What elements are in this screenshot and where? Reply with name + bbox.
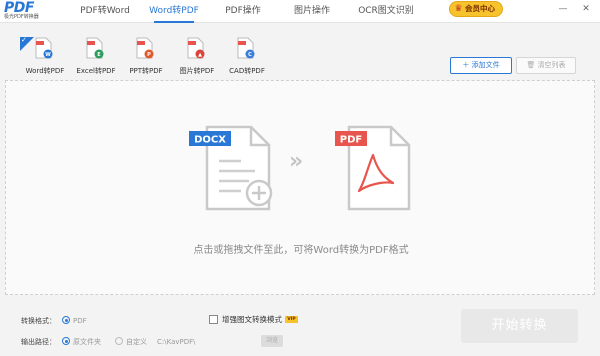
plus-icon: ＋	[462, 61, 470, 69]
top-bar: PDF 极光PDF转换器 PDF转Word Word转PDF PDF操作 图片操…	[0, 0, 600, 23]
format-cad-to-pdf[interactable]: C CAD转PDF	[222, 35, 272, 81]
format-word-to-pdf[interactable]: W Word转PDF	[20, 35, 70, 81]
vip-center-label: 会员中心	[465, 4, 495, 13]
format-setting-label: 转换格式：	[21, 317, 56, 325]
word-to-pdf-icon: W	[35, 37, 53, 59]
svg-text:C: C	[248, 52, 252, 58]
convert-arrow-icon: »	[289, 149, 304, 174]
svg-text:E: E	[97, 52, 101, 58]
output-path-label: 输出路径：	[21, 338, 56, 346]
svg-text:▲: ▲	[198, 52, 202, 58]
tab-image-operations[interactable]: 图片操作	[283, 0, 341, 23]
enhance-mode-label: 增强图文转换模式	[222, 315, 282, 324]
clear-list-button[interactable]: 🗑 清空列表	[516, 57, 576, 74]
crown-icon: ♛	[454, 4, 463, 14]
enhance-mode-checkbox[interactable]	[209, 315, 218, 324]
output-custom-radio[interactable]	[115, 337, 123, 345]
excel-to-pdf-icon: E	[86, 37, 104, 59]
tab-pdf-operations[interactable]: PDF操作	[214, 0, 272, 23]
trash-icon: 🗑	[526, 61, 536, 69]
format-pdf-radio[interactable]	[62, 316, 70, 324]
svg-text:P: P	[147, 52, 151, 58]
format-image-to-pdf[interactable]: ▲ 图片转PDF	[172, 35, 222, 81]
logo-text: PDF	[4, 0, 34, 16]
file-drop-zone[interactable]: DOCX » PDF 点击或拖拽文件至此，可将Word转换为PDF格式	[5, 80, 595, 295]
tab-ocr[interactable]: OCR图文识别	[350, 0, 422, 23]
image-to-pdf-icon: ▲	[187, 37, 205, 59]
output-custom-label: 自定义	[126, 338, 147, 346]
tab-word-to-pdf[interactable]: Word转PDF	[143, 0, 205, 23]
output-same-folder-label: 原文件夹	[73, 338, 101, 346]
output-path-row: 输出路径： 原文件夹 自定义 C:\KavPDF\	[21, 337, 196, 347]
pdf-document-icon: PDF	[335, 125, 411, 211]
docx-document-icon: DOCX	[189, 125, 273, 211]
pdf-badge: PDF	[340, 135, 362, 146]
add-files-button[interactable]: ＋ 添加文件	[450, 57, 512, 74]
add-files-label: 添加文件	[471, 61, 500, 69]
vip-center-button[interactable]: ♛ 会员中心	[449, 1, 503, 17]
vip-tag-badge: VIP	[285, 316, 298, 323]
logo-subtitle: 极光PDF转换器	[4, 14, 39, 20]
output-path-value: C:\KavPDF\	[157, 338, 196, 346]
browse-button[interactable]: 浏览	[261, 335, 283, 347]
svg-text:W: W	[45, 52, 51, 58]
close-icon[interactable]: ✕	[580, 3, 592, 15]
minimize-icon[interactable]: —	[557, 3, 569, 15]
format-setting-row: 转换格式： PDF	[21, 316, 87, 326]
format-label: CAD转PDF	[229, 67, 265, 75]
docx-badge: DOCX	[194, 135, 226, 146]
format-ppt-to-pdf[interactable]: P PPT转PDF	[121, 35, 171, 81]
start-convert-button[interactable]: 开始转换	[461, 309, 578, 343]
app-logo: PDF 极光PDF转换器	[4, 1, 48, 23]
format-excel-to-pdf[interactable]: E Excel转PDF	[71, 35, 121, 81]
tab-pdf-to-word[interactable]: PDF转Word	[74, 0, 136, 23]
ppt-to-pdf-icon: P	[136, 37, 154, 59]
output-same-folder-radio[interactable]	[62, 337, 70, 345]
clear-list-label: 清空列表	[537, 61, 566, 69]
app-window: PDF 极光PDF转换器 PDF转Word Word转PDF PDF操作 图片操…	[0, 0, 600, 356]
drop-hint: 点击或拖拽文件至此，可将Word转换为PDF格式	[193, 245, 409, 256]
format-pdf-label: PDF	[73, 317, 87, 325]
cad-to-pdf-icon: C	[237, 37, 255, 59]
